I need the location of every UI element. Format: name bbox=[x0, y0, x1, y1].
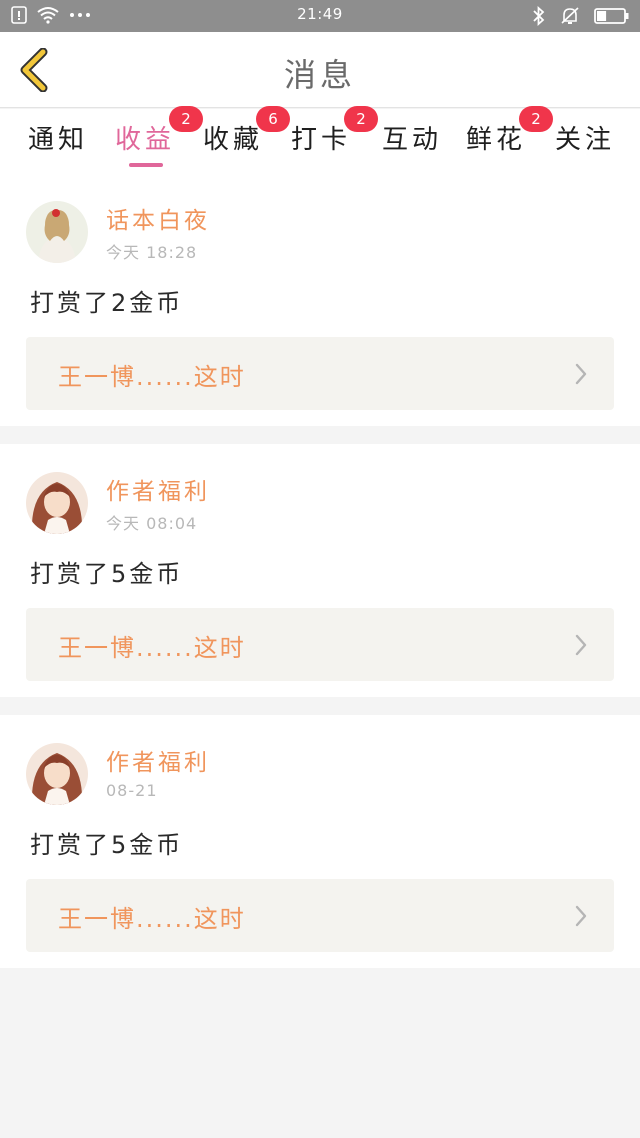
avatar[interactable] bbox=[26, 201, 88, 263]
tab-flowers[interactable]: 鲜花 2 bbox=[466, 106, 553, 173]
tab-label: 收益 bbox=[115, 125, 176, 155]
category-tabs: 通知 收益 2 收藏 6 打卡 2 互动 鲜花 2 关注 bbox=[0, 106, 640, 173]
quoted-content-link[interactable]: 王一博......这时 bbox=[26, 608, 614, 681]
avatar[interactable] bbox=[26, 472, 88, 534]
tab-checkin[interactable]: 打卡 2 bbox=[291, 106, 378, 173]
tab-interaction[interactable]: 互动 bbox=[382, 119, 442, 173]
tab-label: 通知 bbox=[28, 125, 89, 155]
active-tab-indicator bbox=[129, 163, 163, 167]
avatar[interactable] bbox=[26, 743, 88, 805]
mute-icon bbox=[560, 6, 580, 26]
quoted-content-link[interactable]: 王一博......这时 bbox=[26, 879, 614, 952]
list-item: 作者福利 08-21 打赏了5金币 王一博......这时 bbox=[0, 715, 640, 968]
tab-label: 收藏 bbox=[203, 125, 264, 155]
battery-icon bbox=[594, 7, 630, 25]
unread-badge: 2 bbox=[344, 106, 378, 132]
tab-favorites[interactable]: 收藏 6 bbox=[203, 106, 290, 173]
chevron-right-icon bbox=[575, 905, 587, 927]
tab-label: 互动 bbox=[382, 125, 443, 155]
sender-name: 作者福利 bbox=[106, 750, 210, 776]
chevron-right-icon bbox=[575, 363, 587, 385]
unread-badge: 6 bbox=[256, 106, 290, 132]
bluetooth-icon bbox=[532, 6, 546, 26]
tab-follow[interactable]: 关注 bbox=[555, 119, 615, 173]
quoted-text: 王一博......这时 bbox=[58, 363, 246, 391]
sender-name: 作者福利 bbox=[106, 479, 210, 505]
tab-label: 鲜花 bbox=[466, 125, 527, 155]
message-text: 打赏了5金币 bbox=[30, 560, 184, 588]
message-time: 今天 18:28 bbox=[106, 243, 198, 262]
message-time: 08-21 bbox=[106, 781, 158, 800]
top-nav-bar: 消息 bbox=[0, 32, 640, 108]
list-item: 作者福利 今天 08:04 打赏了5金币 王一博......这时 bbox=[0, 444, 640, 697]
message-time: 今天 08:04 bbox=[106, 514, 198, 533]
list-item: 话本白夜 今天 18:28 打赏了2金币 王一博......这时 bbox=[0, 173, 640, 426]
page-title: 消息 bbox=[283, 56, 356, 94]
unread-badge: 2 bbox=[519, 106, 553, 132]
tab-label: 打卡 bbox=[291, 125, 352, 155]
quoted-text: 王一博......这时 bbox=[58, 905, 246, 933]
message-text: 打赏了2金币 bbox=[30, 289, 184, 317]
chevron-right-icon bbox=[575, 634, 587, 656]
tab-earnings[interactable]: 收益 2 bbox=[115, 106, 203, 173]
sender-name: 话本白夜 bbox=[106, 208, 210, 234]
message-text: 打赏了5金币 bbox=[30, 831, 184, 859]
tab-notifications[interactable]: 通知 bbox=[28, 119, 88, 173]
quoted-text: 王一博......这时 bbox=[58, 634, 246, 662]
status-bar: 21:49 bbox=[0, 0, 640, 32]
unread-badge: 2 bbox=[169, 106, 203, 132]
quoted-content-link[interactable]: 王一博......这时 bbox=[26, 337, 614, 410]
tab-label: 关注 bbox=[555, 125, 616, 155]
